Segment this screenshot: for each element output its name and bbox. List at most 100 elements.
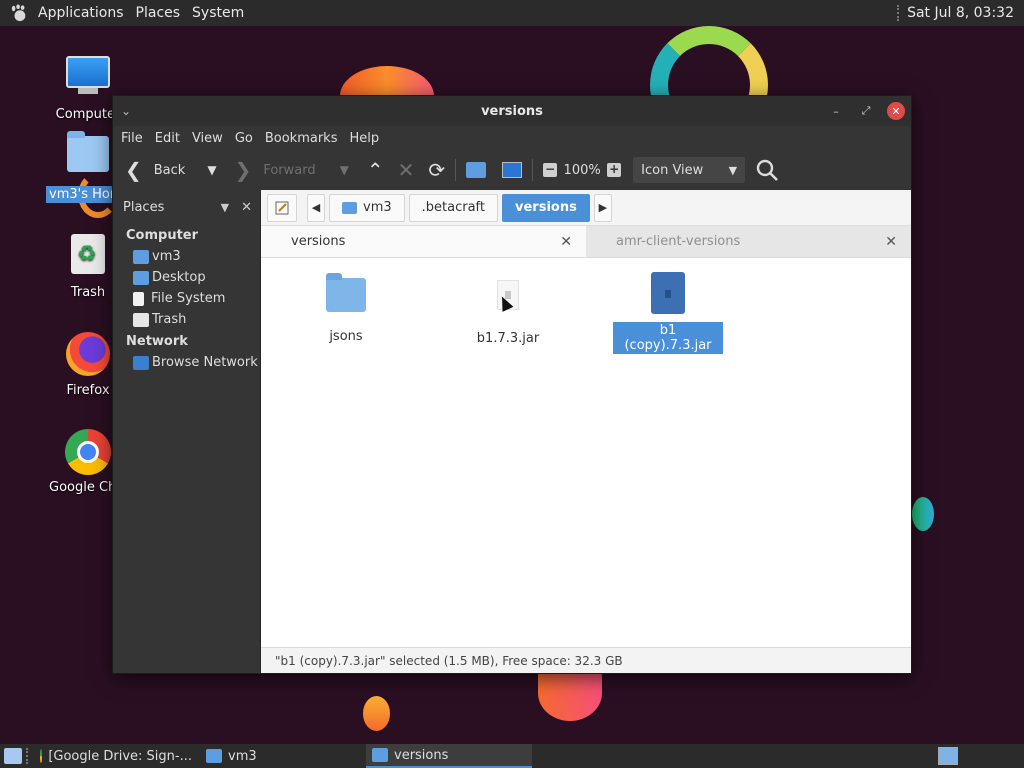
window-titlebar[interactable]: ⌄ versions – ⤢ ✕ xyxy=(113,96,911,126)
home-folder-icon xyxy=(466,162,487,178)
home-button[interactable] xyxy=(466,162,487,178)
sidebar-close-button[interactable]: ✕ xyxy=(241,200,252,215)
pencil-icon xyxy=(275,201,289,214)
system-menu[interactable]: System xyxy=(188,5,252,21)
close-button[interactable]: ✕ xyxy=(887,102,905,120)
breadcrumb-versions[interactable]: versions xyxy=(502,193,590,222)
pathbar: ◀ vm3 .betacraft versions ▶ xyxy=(261,190,911,226)
home-folder-icon xyxy=(133,249,149,264)
zoom-out-button[interactable]: − xyxy=(543,163,558,177)
back-label: Back xyxy=(153,162,186,178)
chrome-icon xyxy=(40,749,43,763)
file-view[interactable]: jsons b1.7.3.jar b1 (copy).7.3.jar xyxy=(261,258,911,647)
search-button[interactable] xyxy=(755,158,779,182)
sidebar-dropdown-button[interactable]: ▼ xyxy=(221,201,229,214)
chevron-right-icon: ▶ xyxy=(598,201,608,214)
places-menu[interactable]: Places xyxy=(132,5,189,21)
folder-icon xyxy=(206,749,222,763)
back-history-dropdown[interactable]: ▼ xyxy=(207,163,216,177)
edit-location-button[interactable] xyxy=(267,193,297,222)
window-menu-icon[interactable]: ⌄ xyxy=(121,104,131,118)
menu-go[interactable]: Go xyxy=(229,131,259,146)
taskbar-item-versions[interactable]: versions xyxy=(366,744,532,768)
plus-icon: + xyxy=(607,162,622,177)
sidebar-item-trash[interactable]: Trash xyxy=(113,309,260,330)
applications-menu[interactable]: Applications xyxy=(34,5,132,21)
desktop-icon-label: Firefox xyxy=(66,383,110,398)
menu-bookmarks[interactable]: Bookmarks xyxy=(259,131,344,146)
wallpaper-shape xyxy=(912,497,934,531)
reload-icon: ⟳ xyxy=(428,158,446,182)
file-item-b1-copy-jar[interactable]: b1 (copy).7.3.jar xyxy=(613,270,723,354)
firefox-icon xyxy=(64,332,112,380)
window-body: Places ▼ ✕ Computer vm3 Desktop File Sys… xyxy=(113,190,911,673)
pathbar-scroll-right[interactable]: ▶ xyxy=(593,193,612,222)
back-button[interactable]: ❮ Back xyxy=(125,160,185,180)
forward-button[interactable]: ❯ Forward xyxy=(235,160,316,180)
sidebar-item-desktop[interactable]: Desktop xyxy=(113,267,260,288)
taskbar-item-vm3[interactable]: vm3 xyxy=(200,744,366,768)
sidebar-item-browse-network[interactable]: Browse Network xyxy=(113,352,260,373)
chevron-left-icon: ◀ xyxy=(311,201,321,214)
breadcrumb-betacraft[interactable]: .betacraft xyxy=(408,193,498,222)
wallpaper-shape xyxy=(363,696,390,731)
sidebar-item-vm3[interactable]: vm3 xyxy=(113,246,260,267)
file-manager-window: ⌄ versions – ⤢ ✕ File Edit View Go Bookm… xyxy=(112,95,912,674)
up-button[interactable]: ⌃ xyxy=(367,160,384,180)
sidebar-section-computer: Computer xyxy=(126,228,199,243)
taskbar-item-label: versions xyxy=(394,747,449,763)
computer-icon xyxy=(502,162,523,178)
breadcrumb-label: .betacraft xyxy=(421,200,485,215)
forward-history-dropdown[interactable]: ▼ xyxy=(340,163,349,177)
view-mode-select[interactable]: Icon View ▼ xyxy=(633,157,746,183)
zoom-in-button[interactable]: + xyxy=(607,162,622,177)
tab-close-button[interactable]: ✕ xyxy=(885,234,897,250)
file-name: b1.7.3.jar xyxy=(476,331,540,346)
trash-icon xyxy=(133,312,149,327)
sidebar-item-file-system[interactable]: File System xyxy=(113,288,260,309)
desktop-folder-icon xyxy=(133,270,149,285)
window-controls: – ⤢ ✕ xyxy=(827,102,905,120)
folder-icon xyxy=(372,748,388,762)
breadcrumb-vm3[interactable]: vm3 xyxy=(329,193,405,222)
computer-icon xyxy=(64,56,112,104)
pathbar-scroll-left[interactable]: ◀ xyxy=(307,193,325,222)
stop-button[interactable]: ✕ xyxy=(398,160,415,180)
file-name: jsons xyxy=(329,329,363,344)
gnome-foot-icon[interactable] xyxy=(10,4,28,22)
computer-button[interactable] xyxy=(502,162,523,178)
menu-help[interactable]: Help xyxy=(343,131,385,146)
toolbar: ❮ Back ▼ ❯ Forward ▼ ⌃ ✕ ⟳ − 100% + Icon… xyxy=(113,150,911,190)
status-bar: "b1 (copy).7.3.jar" selected (1.5 MB), F… xyxy=(261,647,911,673)
panel-grip xyxy=(897,5,901,21)
taskbar-item-label: [Google Drive: Sign-... xyxy=(48,748,192,764)
show-desktop-button[interactable] xyxy=(4,748,22,764)
sidebar-item-label: File System xyxy=(151,291,226,306)
network-icon xyxy=(133,355,149,370)
clock[interactable]: Sat Jul 8, 03:32 xyxy=(907,5,1014,21)
tab-close-button[interactable]: ✕ xyxy=(560,234,572,250)
maximize-button[interactable]: ⤢ xyxy=(857,102,875,120)
menu-view[interactable]: View xyxy=(186,131,229,146)
tab-versions[interactable]: versions ✕ xyxy=(261,226,586,257)
sidebar-title[interactable]: Places xyxy=(123,200,209,215)
chevron-down-icon: ▼ xyxy=(728,163,738,177)
file-item-jsons[interactable]: jsons xyxy=(291,270,401,345)
main-pane: ◀ vm3 .betacraft versions ▶ versions ✕ a… xyxy=(261,190,911,673)
arrow-left-icon: ❮ xyxy=(125,158,142,182)
reload-button[interactable]: ⟳ xyxy=(428,160,445,180)
minimize-button[interactable]: – xyxy=(827,102,845,120)
taskbar-item-label: vm3 xyxy=(228,748,257,764)
workspace-switcher[interactable] xyxy=(938,747,958,765)
file-name: b1 (copy).7.3.jar xyxy=(613,322,723,354)
zoom-level[interactable]: 100% xyxy=(557,163,607,178)
tab-amr-client-versions[interactable]: amr-client-versions ✕ xyxy=(586,226,911,257)
menu-file[interactable]: File xyxy=(115,131,149,146)
tab-bar: versions ✕ amr-client-versions ✕ xyxy=(261,226,911,258)
taskbar-item-chrome[interactable]: [Google Drive: Sign-... xyxy=(34,744,200,768)
panel-grip xyxy=(26,748,30,764)
tab-label: versions xyxy=(291,234,346,249)
menu-edit[interactable]: Edit xyxy=(149,131,186,146)
menubar: File Edit View Go Bookmarks Help xyxy=(113,126,911,150)
jar-file-icon xyxy=(613,272,723,318)
